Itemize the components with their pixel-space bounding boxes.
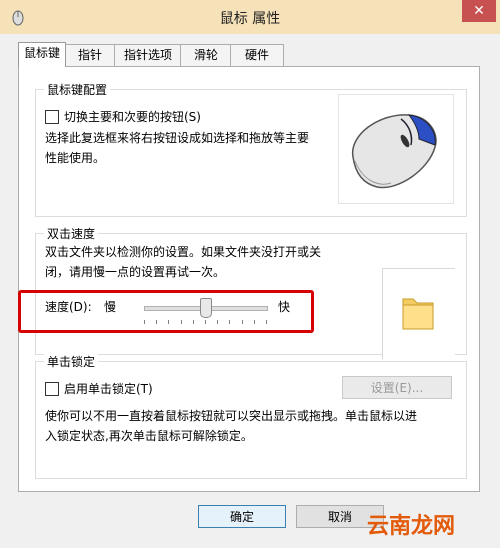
button-config-description: 选择此复选框来将右按钮设成如选择和拖放等主要 性能使用。	[45, 128, 345, 168]
button-config-description-line2: 性能使用。	[45, 151, 106, 165]
click-lock-title: 单击锁定	[44, 353, 99, 370]
close-button[interactable]: ✕	[462, 0, 496, 22]
mouse-illustration	[338, 94, 454, 204]
double-click-description-line2: 闭，请用慢一点的设置再试一次。	[45, 265, 226, 279]
switch-buttons-checkbox[interactable]	[45, 110, 59, 124]
double-click-group: 双击速度 双击文件夹以检测你的设置。如果文件夹没打开或关 闭，请用慢一点的设置再…	[18, 225, 467, 359]
click-lock-description-line1: 使你可以不用一直按着鼠标按钮就可以突出显示或拖拽。单击鼠标以进	[45, 409, 418, 423]
red-highlight-box	[18, 290, 314, 333]
window-title: 鼠标 属性	[219, 11, 281, 27]
mouse-icon	[352, 114, 437, 189]
double-click-description-line1: 双击文件夹以检测你的设置。如果文件夹没打开或关	[45, 245, 322, 259]
click-lock-description: 使你可以不用一直按着鼠标按钮就可以突出显示或拖拽。单击鼠标以进 入锁定状态,再次…	[45, 406, 463, 446]
tab-mouse-buttons[interactable]: 鼠标键	[18, 42, 66, 67]
click-lock-label: 启用单击锁定(T)	[64, 382, 153, 396]
tab-hardware[interactable]: 硬件	[230, 44, 284, 66]
test-folder-area[interactable]	[382, 268, 455, 359]
click-lock-group: 单击锁定 启用单击锁定(T) 设置(E)... 使你可以不用一直按着鼠标按钮就可…	[35, 353, 467, 479]
switch-buttons-label: 切换主要和次要的按钮(S)	[64, 110, 201, 124]
button-config-description-line1: 选择此复选框来将右按钮设成如选择和拖放等主要	[45, 131, 310, 145]
tab-strip: 鼠标键 指针 指针选项 滑轮 硬件	[18, 42, 480, 67]
double-click-description: 双击文件夹以检测你的设置。如果文件夹没打开或关 闭，请用慢一点的设置再试一次。	[45, 242, 375, 282]
tab-panel: 鼠标键配置 切换主要和次要的按钮(S) 选择此复选框来将右按钮设成如选择和拖放等…	[18, 66, 480, 492]
watermark: 云南龙网	[367, 514, 456, 539]
click-lock-settings-button[interactable]: 设置(E)...	[342, 376, 452, 399]
click-lock-description-line2: 入锁定状态,再次单击鼠标可解除锁定。	[45, 429, 253, 443]
ok-button[interactable]: 确定	[198, 505, 286, 528]
tab-pointers[interactable]: 指针	[64, 44, 116, 66]
tab-wheel[interactable]: 滑轮	[180, 44, 232, 66]
button-config-title: 鼠标键配置	[44, 81, 111, 98]
button-config-group: 鼠标键配置 切换主要和次要的按钮(S) 选择此复选框来将右按钮设成如选择和拖放等…	[35, 81, 467, 217]
tab-pointer-options[interactable]: 指针选项	[114, 44, 182, 66]
title-bar: 鼠标 属性 ✕	[0, 0, 500, 34]
click-lock-checkbox[interactable]	[45, 382, 59, 396]
folder-icon	[402, 298, 434, 330]
double-click-title: 双击速度	[44, 225, 99, 242]
